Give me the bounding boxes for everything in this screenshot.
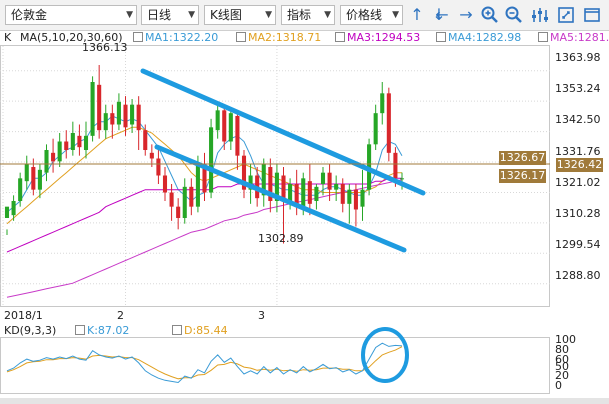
candle-body <box>83 135 89 150</box>
candle-body <box>156 158 161 176</box>
date-label: 2018/1 <box>4 309 43 322</box>
candle-body <box>57 141 62 162</box>
candle-body <box>169 192 174 207</box>
candle-body <box>97 84 102 131</box>
candle-body <box>334 184 339 190</box>
candle-body <box>31 167 36 190</box>
candle-body <box>228 113 233 142</box>
kd-lines <box>6 342 403 384</box>
high-annotation: 1366.13 <box>82 41 128 54</box>
candle-body <box>222 110 227 142</box>
price-axis-label: 1331.76 <box>555 145 601 158</box>
price-tag-current: 1326.42 <box>556 158 603 172</box>
candle-body <box>176 206 181 218</box>
candle-body <box>314 186 319 201</box>
candle-body <box>182 186 187 218</box>
candle-body <box>110 113 115 125</box>
d-line <box>6 346 403 380</box>
candle-body <box>360 189 365 207</box>
candle-body <box>320 172 326 184</box>
candle-body <box>18 178 23 201</box>
candle-body <box>90 82 95 136</box>
k-legend[interactable]: K:87.02 <box>75 324 129 337</box>
candle-body <box>123 104 128 128</box>
price-tag-lower: 1326.17 <box>499 169 546 183</box>
candle-body <box>327 172 332 190</box>
date-label: 2 <box>117 309 124 322</box>
price-axis-label: 1353.24 <box>555 82 601 95</box>
candle-body <box>235 116 240 156</box>
candle-body <box>195 164 200 207</box>
k-line <box>6 342 403 384</box>
candle-body <box>77 135 82 148</box>
price-tag-upper: 1326.67 <box>499 151 546 165</box>
highlight-circle <box>361 327 409 383</box>
candle-body <box>209 127 214 193</box>
candle-body <box>373 113 378 145</box>
d-legend[interactable]: D:85.44 <box>172 324 228 337</box>
candle-body <box>70 133 75 150</box>
candle-body <box>24 164 29 182</box>
candle-body <box>149 152 154 159</box>
price-axis-label: 1299.54 <box>555 238 601 251</box>
low-annotation: 1302.89 <box>258 232 304 245</box>
candle-body <box>393 152 398 179</box>
price-axis-label: 1321.02 <box>555 176 601 189</box>
candle-body <box>11 201 16 216</box>
candle-body <box>340 184 345 204</box>
candle-body <box>380 93 385 114</box>
candle-body <box>136 104 141 131</box>
candle-body <box>143 130 148 150</box>
candlestick-chart <box>0 46 550 384</box>
kd-params: KD(9,3,3) <box>4 324 57 337</box>
candle-body <box>399 178 405 180</box>
candle-body <box>4 206 10 218</box>
candle-body <box>307 181 312 204</box>
candle-body <box>130 104 135 125</box>
candles <box>4 65 405 244</box>
horizontal-scrollbar[interactable] <box>0 398 609 404</box>
checkbox-icon <box>172 325 182 335</box>
candle-body <box>301 178 306 207</box>
checkbox-icon <box>75 325 85 335</box>
date-label: 3 <box>258 309 265 322</box>
price-axis-label: 1363.98 <box>555 51 601 64</box>
candle-body <box>44 150 49 173</box>
price-axis-label: 1288.80 <box>555 269 601 282</box>
candle-body <box>347 189 352 204</box>
candle-body <box>51 152 56 162</box>
candle-body <box>64 141 69 150</box>
candle-body <box>353 189 358 210</box>
candle-body <box>386 93 391 153</box>
price-axis-label: 1310.28 <box>555 207 601 220</box>
price-axis-label: 1342.50 <box>555 113 601 126</box>
candle-body <box>116 101 121 125</box>
candle-body <box>189 186 194 207</box>
candle-body <box>162 175 168 193</box>
kd-axis-label: 0 <box>555 379 562 392</box>
candle-body <box>215 110 220 131</box>
candle-body <box>37 169 42 190</box>
candle-body <box>103 113 108 131</box>
candle-body <box>288 184 293 201</box>
